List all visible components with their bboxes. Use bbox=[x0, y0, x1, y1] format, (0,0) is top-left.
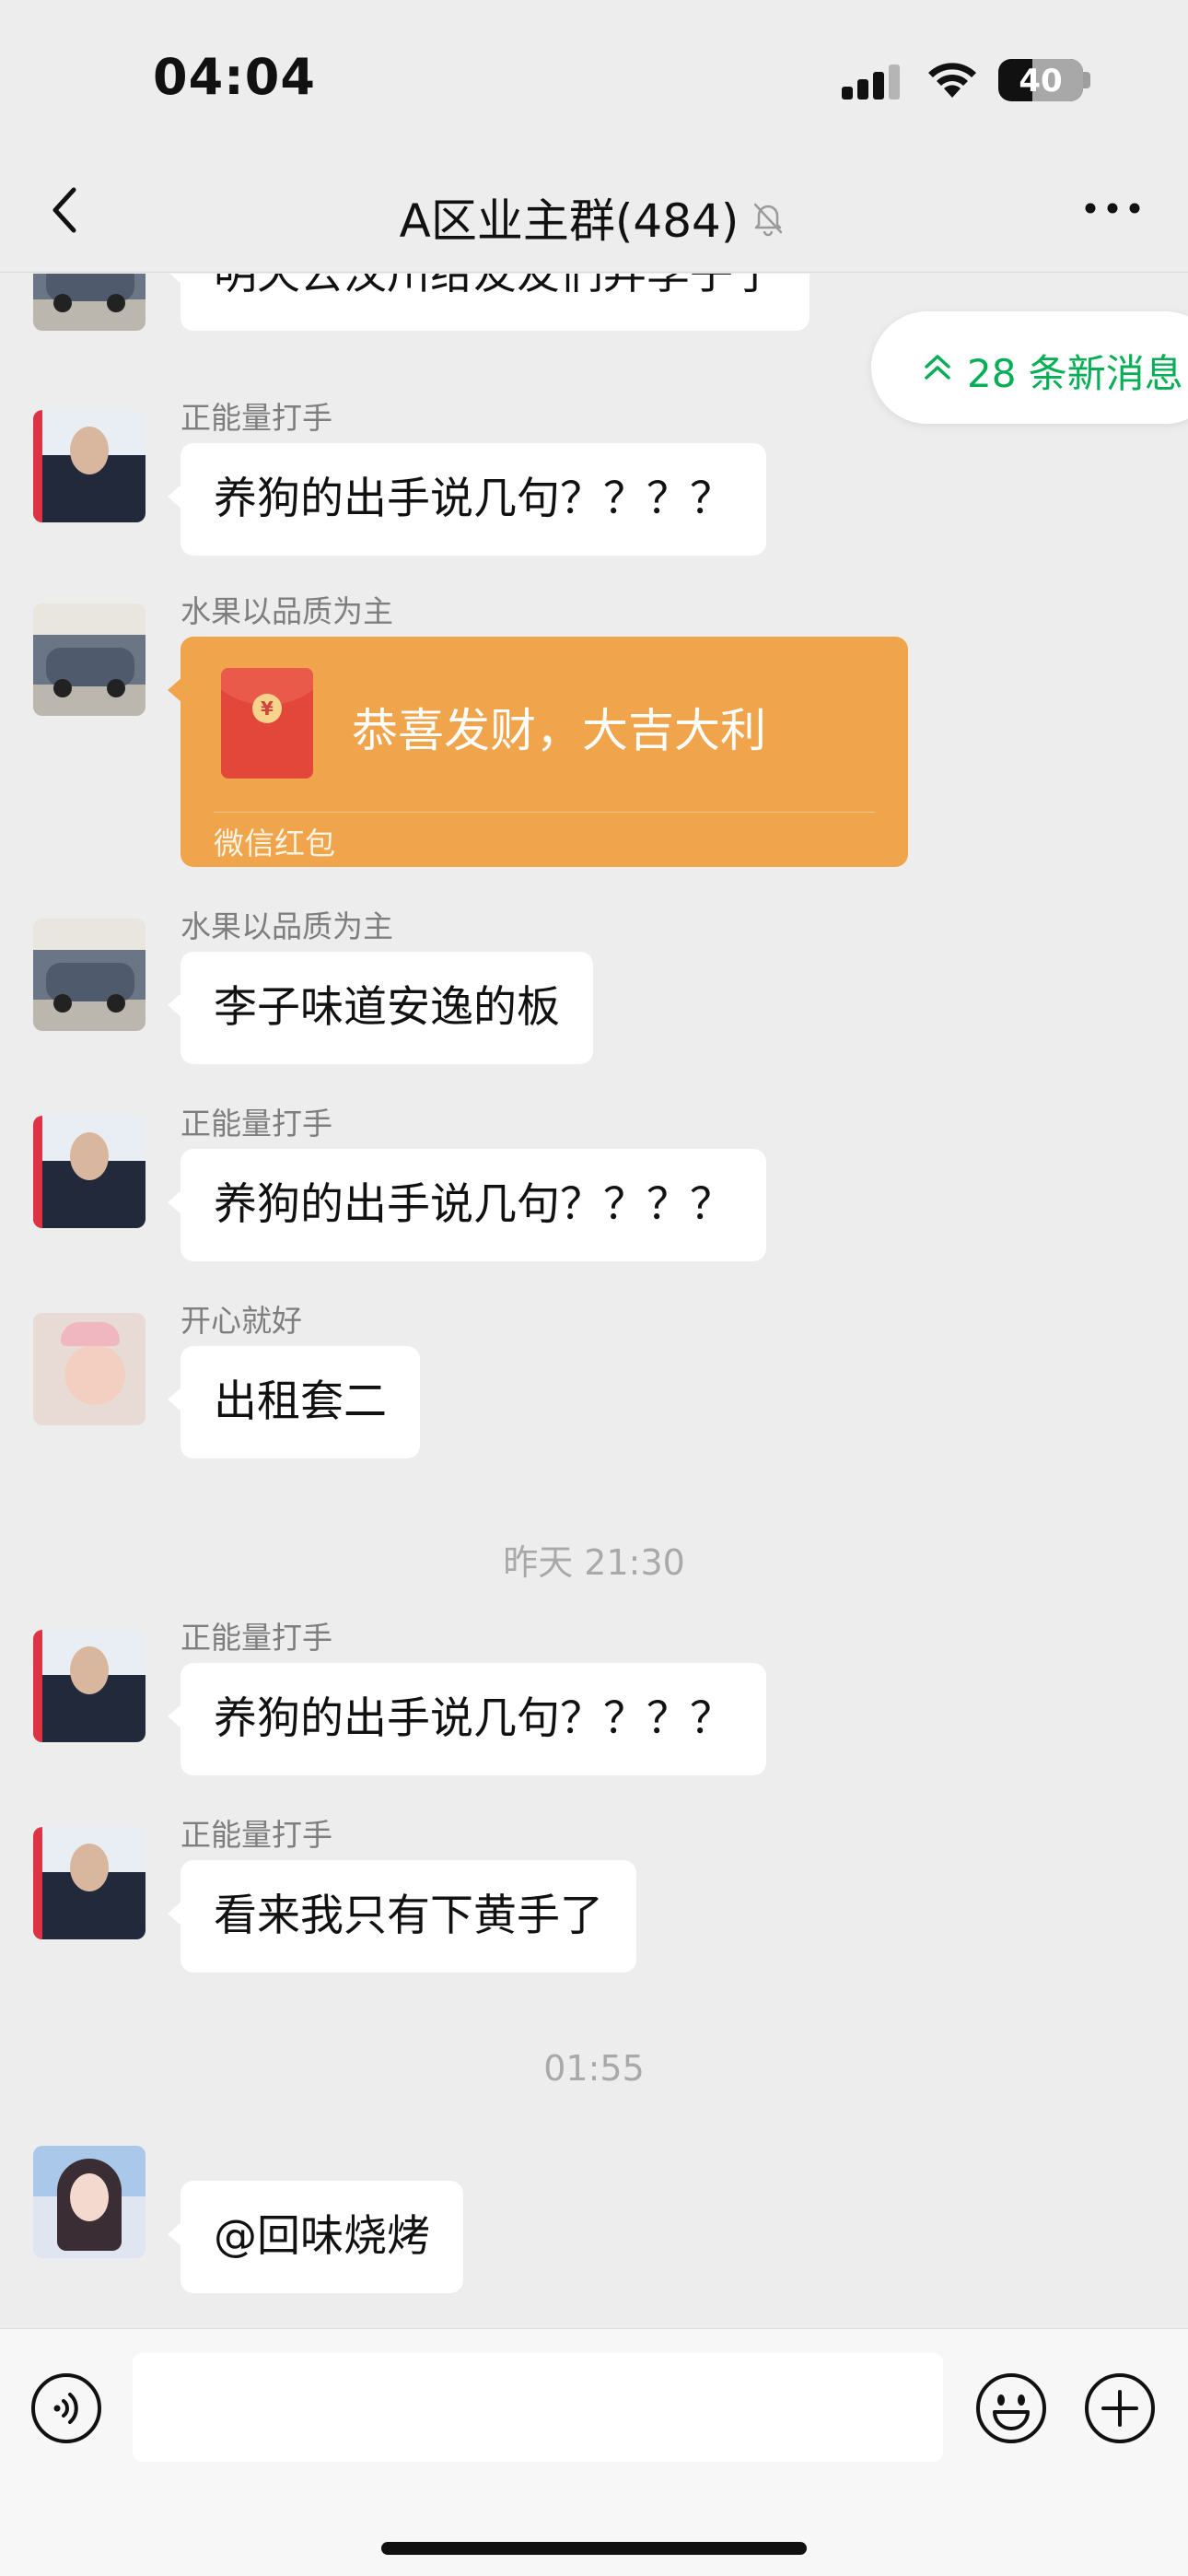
red-packet-label: 微信红包 bbox=[214, 825, 335, 861]
status-time: 04:04 bbox=[153, 48, 316, 106]
home-indicator bbox=[381, 2542, 807, 2555]
input-bar bbox=[0, 2328, 1188, 2576]
avatar[interactable] bbox=[33, 919, 146, 1031]
bell-slash-icon bbox=[754, 203, 783, 237]
avatar[interactable] bbox=[33, 2146, 146, 2258]
wifi-icon bbox=[928, 63, 976, 98]
avatar[interactable] bbox=[33, 1313, 146, 1425]
sender-name: 水果以品质为主 bbox=[181, 908, 393, 944]
message-bubble[interactable]: 出租套二 bbox=[168, 1346, 420, 1458]
sender-name: 正能量打手 bbox=[181, 400, 332, 436]
sender-name: 水果以品质为主 bbox=[181, 593, 393, 629]
avatar[interactable] bbox=[33, 274, 146, 331]
status-bar: 04:04 40 bbox=[0, 0, 1188, 147]
avatar[interactable] bbox=[33, 1630, 146, 1742]
battery-level: 40 bbox=[1019, 63, 1063, 100]
double-chevron-up-icon bbox=[925, 355, 950, 380]
battery-tip bbox=[1083, 72, 1090, 88]
smiley-icon[interactable] bbox=[974, 2371, 1048, 2445]
cellular-signal-icon bbox=[842, 64, 901, 100]
message-bubble[interactable]: @回味烧烤 bbox=[168, 2181, 463, 2293]
message-list[interactable]: 明天去汶川给友友们弄李子了 正能量打手 养狗的出手说几句？？？？ 水果以品质为主… bbox=[0, 274, 1188, 2328]
avatar[interactable] bbox=[33, 1116, 146, 1228]
yuan-coin-icon: ¥ bbox=[252, 694, 282, 723]
plus-circle-icon[interactable] bbox=[1083, 2371, 1157, 2445]
timestamp: 昨天 21:30 bbox=[503, 1542, 685, 1583]
message-input[interactable] bbox=[133, 2353, 943, 2462]
nav-title-wrap: A区业主群(484) bbox=[0, 184, 1188, 251]
message-bubble[interactable]: 养狗的出手说几句？？？？ bbox=[168, 1149, 766, 1261]
sender-name: 正能量打手 bbox=[181, 1620, 332, 1656]
message-bubble[interactable]: 看来我只有下黄手了 bbox=[168, 1860, 636, 1973]
sender-name: 开心就好 bbox=[181, 1303, 302, 1339]
message-bubble[interactable]: 明天去汶川给友友们弄李子了 bbox=[168, 274, 809, 331]
nav-bar: A区业主群(484) bbox=[0, 147, 1188, 273]
red-packet-title: 恭喜发财，大吉大利 bbox=[352, 704, 766, 757]
more-dots-icon[interactable] bbox=[1077, 181, 1147, 236]
avatar[interactable] bbox=[33, 1827, 146, 1939]
divider bbox=[214, 812, 875, 813]
message-bubble[interactable]: 李子味道安逸的板 bbox=[168, 952, 593, 1064]
voice-icon[interactable] bbox=[29, 2371, 103, 2445]
battery-icon: 40 bbox=[998, 59, 1083, 101]
sender-name: 正能量打手 bbox=[181, 1817, 332, 1853]
message-bubble[interactable]: 养狗的出手说几句？？？？ bbox=[168, 1663, 766, 1775]
sender-name: 正能量打手 bbox=[181, 1106, 332, 1142]
group-title[interactable]: A区业主群(484) bbox=[400, 184, 740, 251]
avatar[interactable] bbox=[33, 410, 146, 522]
new-messages-label: 28 条新消息 bbox=[967, 351, 1183, 396]
new-messages-button[interactable]: 28 条新消息 bbox=[871, 311, 1188, 424]
red-envelope-icon: ¥ bbox=[221, 668, 313, 779]
message-bubble[interactable]: 养狗的出手说几句？？？？ bbox=[168, 443, 766, 556]
chat-screen: 04:04 40 A区业主群(484) 明天去汶川给友友们弄李子了 正能量打手 … bbox=[0, 0, 1188, 2576]
avatar[interactable] bbox=[33, 603, 146, 716]
nav-title-group: A区业主群(484) bbox=[400, 184, 789, 251]
timestamp: 01:55 bbox=[543, 2048, 645, 2089]
red-packet-card[interactable]: ¥ 恭喜发财，大吉大利 微信红包 bbox=[168, 637, 908, 867]
